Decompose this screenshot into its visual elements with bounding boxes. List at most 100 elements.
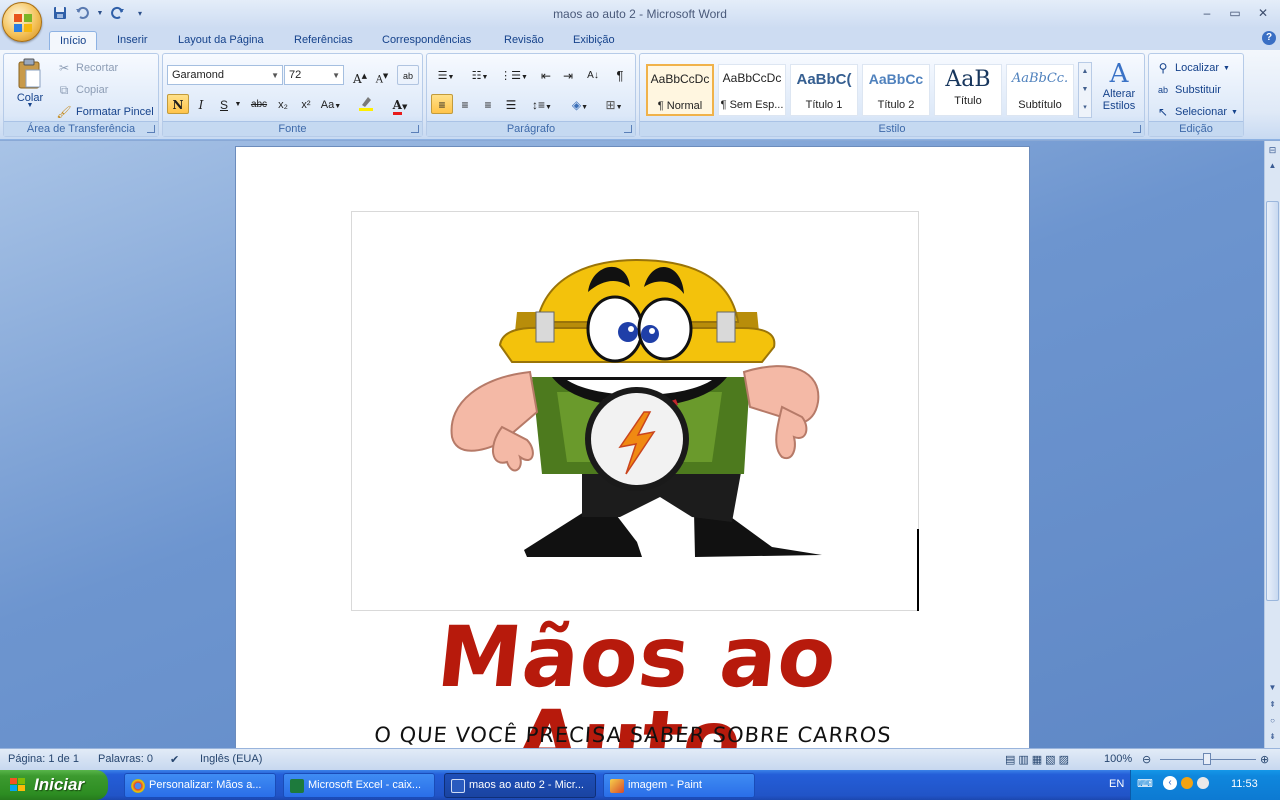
decrease-indent-icon[interactable]: ⇤ <box>535 65 557 85</box>
tab-inserir[interactable]: Inserir <box>107 31 158 50</box>
cut-button[interactable]: ✂ Recortar <box>56 60 118 76</box>
restore-icon[interactable]: ▭ <box>1222 4 1248 22</box>
style-titulo[interactable]: AaB Título <box>934 64 1002 116</box>
start-button[interactable]: Iniciar <box>0 770 108 800</box>
tray-language[interactable]: EN <box>1109 778 1124 790</box>
chevron-down-icon: ▼ <box>332 71 340 80</box>
scroll-up-icon[interactable]: ▲ <box>1265 159 1280 173</box>
help-icon[interactable]: ? <box>1262 31 1276 45</box>
borders-icon[interactable]: ⊞▼ <box>599 94 629 114</box>
shading-icon[interactable]: ◈▼ <box>565 94 595 114</box>
align-left-icon[interactable]: ≡ <box>431 94 453 114</box>
zoom-slider-thumb[interactable] <box>1203 753 1211 765</box>
paste-button[interactable]: Colar ▼ <box>10 58 50 109</box>
justify-icon[interactable]: ☰ <box>500 94 522 114</box>
scrollbar-thumb[interactable] <box>1266 201 1279 601</box>
superscript-button[interactable]: x² <box>295 94 317 114</box>
system-tray: EN ⌨ ‹ 11:53 <box>1109 770 1280 800</box>
tab-exibicao[interactable]: Exibição <box>563 31 625 50</box>
underline-button[interactable]: S <box>213 94 235 114</box>
clear-format-icon[interactable]: ab <box>397 65 419 85</box>
document-subtitle-art[interactable]: O QUE VOCÊ PRECISA SABER SOBRE CARROS <box>352 723 914 747</box>
bullets-icon[interactable]: ☰▼ <box>431 65 461 85</box>
align-center-icon[interactable]: ≡ <box>454 94 476 114</box>
tab-inicio[interactable]: Início <box>49 31 98 50</box>
tray-app-icon[interactable] <box>1181 777 1193 789</box>
numbering-icon[interactable]: ☷▼ <box>465 65 495 85</box>
page-count[interactable]: Página: 1 de 1 <box>8 753 79 765</box>
styles-scroll[interactable]: ▲ ▼ ▾ <box>1078 62 1092 118</box>
keyboard-icon[interactable]: ⌨ <box>1137 777 1153 790</box>
line-spacing-icon[interactable]: ↕≡▼ <box>527 94 557 114</box>
minimize-icon[interactable]: – <box>1194 4 1220 22</box>
browse-object-icon[interactable]: ○ <box>1265 714 1280 728</box>
tab-layout-da-pagina[interactable]: Layout da Página <box>168 31 274 50</box>
subscript-button[interactable]: x₂ <box>272 94 294 114</box>
change-case-button[interactable]: Aa▼ <box>318 94 344 114</box>
word-count[interactable]: Palavras: 0 <box>98 753 153 765</box>
grow-font-button[interactable]: A▲ <box>349 65 371 86</box>
font-family-combo[interactable]: Garamond ▼ <box>167 65 283 85</box>
change-styles-button[interactable]: A Alterar Estilos <box>1096 60 1142 112</box>
office-button[interactable] <box>2 2 42 42</box>
clock[interactable]: 11:53 <box>1231 778 1258 790</box>
find-button[interactable]: ⚲ Localizar ▼ <box>1155 60 1230 76</box>
view-buttons[interactable]: ▤▥▦▧▨ <box>1005 753 1072 766</box>
paragraph-dialog-launcher-icon[interactable] <box>624 125 632 133</box>
task-chrome[interactable]: Personalizar: Mãos a... <box>124 773 276 798</box>
strikethrough-button[interactable]: abc <box>248 94 270 114</box>
increase-indent-icon[interactable]: ⇥ <box>557 65 579 85</box>
font-size-combo[interactable]: 72 ▼ <box>284 65 344 85</box>
style-normal[interactable]: AaBbCcDc ¶ Normal <box>646 64 714 116</box>
vertical-scrollbar[interactable]: ⊟ ▲ ▼ ⇞ ○ ⇟ <box>1264 141 1280 748</box>
copy-button[interactable]: ⧉ Copiar <box>56 82 109 98</box>
bold-button[interactable]: N <box>167 94 189 114</box>
multilevel-list-icon[interactable]: ⋮☰▼ <box>499 65 529 85</box>
select-button[interactable]: ↖ Selecionar ▼ <box>1155 104 1238 120</box>
previous-page-icon[interactable]: ⇞ <box>1265 698 1280 712</box>
tray-expand-icon[interactable]: ‹ <box>1163 776 1177 790</box>
italic-button[interactable]: I <box>190 94 212 114</box>
zoom-out-icon[interactable]: ⊖ <box>1142 753 1151 766</box>
document-page[interactable]: Mãos ao Auto O QUE VOCÊ PRECISA SABER SO… <box>235 146 1030 748</box>
next-page-icon[interactable]: ⇟ <box>1265 730 1280 744</box>
scroll-down-icon[interactable]: ▼ <box>1265 681 1280 695</box>
replace-button[interactable]: ab Substituir <box>1155 82 1221 98</box>
shrink-font-button[interactable]: A▼ <box>371 65 393 85</box>
sort-icon[interactable]: A↓ <box>582 65 604 85</box>
style-titulo-2[interactable]: AaBbCc Título 2 <box>862 64 930 116</box>
text-cursor <box>917 529 919 611</box>
tab-revisao[interactable]: Revisão <box>494 31 554 50</box>
style-titulo-1[interactable]: AaBbC( Título 1 <box>790 64 858 116</box>
font-color-button[interactable]: A▼ <box>385 94 415 115</box>
align-right-icon[interactable]: ≡ <box>477 94 499 114</box>
zoom-in-icon[interactable]: ⊕ <box>1260 753 1269 766</box>
task-excel[interactable]: Microsoft Excel - caix... <box>283 773 435 798</box>
clipboard-dialog-launcher-icon[interactable] <box>147 125 155 133</box>
task-paint[interactable]: imagem - Paint <box>603 773 755 798</box>
zoom-level[interactable]: 100% <box>1104 753 1132 765</box>
paste-dropdown-icon[interactable]: ▼ <box>27 102 34 109</box>
show-marks-icon[interactable]: ¶ <box>609 65 631 85</box>
underline-dropdown-icon[interactable]: ▼ <box>233 94 243 114</box>
paintbrush-icon: 🖌 <box>56 105 72 119</box>
styles-dialog-launcher-icon[interactable] <box>1133 125 1141 133</box>
task-word[interactable]: maos ao auto 2 - Micr... <box>444 773 596 798</box>
style-subtitulo[interactable]: AaBbCc. Subtítulo <box>1006 64 1074 116</box>
ruler-toggle-icon[interactable]: ⊟ <box>1265 143 1280 157</box>
format-painter-button[interactable]: 🖌 Formatar Pincel <box>56 104 153 120</box>
highlight-button[interactable] <box>353 94 381 114</box>
proofing-icon[interactable]: ✔ <box>170 753 179 766</box>
tab-correspondencias[interactable]: Correspondências <box>372 31 481 50</box>
style-name: ¶ Normal <box>657 100 703 112</box>
language-status[interactable]: Inglês (EUA) <box>200 753 262 765</box>
change-styles-label: Alterar Estilos <box>1102 88 1136 112</box>
task-label: imagem - Paint <box>628 779 702 791</box>
mascot-image[interactable] <box>351 211 919 611</box>
tray-network-icon[interactable] <box>1197 777 1209 789</box>
font-dialog-launcher-icon[interactable] <box>411 125 419 133</box>
style-sem-espacamento[interactable]: AaBbCcDc ¶ Sem Esp... <box>718 64 786 116</box>
tab-referencias[interactable]: Referências <box>284 31 363 50</box>
close-icon[interactable]: ✕ <box>1250 4 1276 22</box>
style-name: ¶ Sem Esp... <box>720 99 784 111</box>
